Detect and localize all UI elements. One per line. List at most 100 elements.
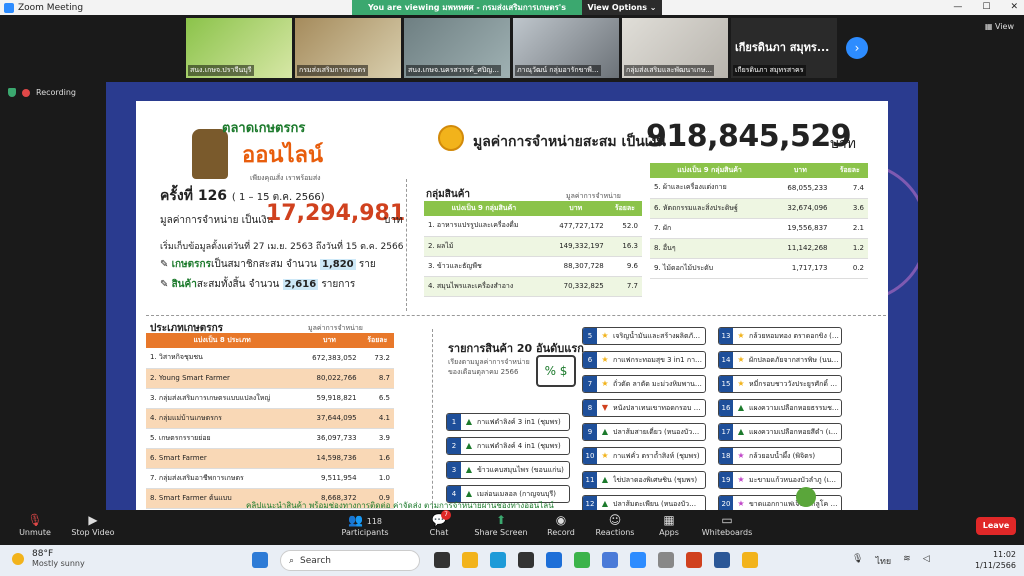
participant-name: ภาณุวัฒน์ กลุ่มอารักขาพื... (515, 65, 601, 76)
table-cell: 5. ผ้าและเครื่องแต่งกาย (650, 178, 770, 199)
window-controls: — ☐ ✕ (953, 0, 1018, 15)
table-cell: 6.5 (360, 388, 394, 409)
rank-number: 2 (447, 438, 461, 454)
ticker-text: คลิปแนะนำสินค้า พร้อมช่องทางการติดต่อ ค่… (246, 501, 554, 510)
mail-icon[interactable] (546, 552, 562, 568)
farmer-type-table: แบ่งเป็น 8 ประเภท บาท ร้อยละ 1. วิสาหกิจ… (146, 333, 394, 509)
rank-label: แผงความเปลือกหอยธรรมชาติ (เลย) (749, 403, 841, 412)
taskbar-search[interactable]: ⌕ Search (280, 550, 420, 571)
top20-item: 11 ▲ ไข่ปลาดองพิเศษชิน (ชุมพร) (582, 471, 706, 489)
participant-name: สนง.เกษจ.ปราจีนบุรี (188, 65, 254, 76)
data-since: เริ่มเก็บข้อมูลตั้งแต่วันที่ 27 เม.ย. 25… (160, 242, 404, 252)
table-row: 7. กลุ่มส่งเสริมอาชีพการเกษตร 9,511,954 1.… (146, 468, 394, 489)
search-icon: ⌕ (289, 555, 295, 566)
rank-number: 5 (583, 328, 597, 344)
top20-item: 15 ★ หมี่กรอบชาววังประยูรศักดิ์ (สพบุรี) (718, 375, 842, 393)
column-header: แบ่งเป็น 9 กลุ่มสินค้า (424, 201, 544, 216)
clock-time: 11:02 (992, 550, 1016, 559)
arrow-up-icon: ▲ (601, 427, 609, 436)
weather-widget[interactable]: 88°F Mostly sunny (12, 549, 85, 568)
arrow-up-icon: ▲ (737, 403, 745, 412)
record-dot-icon (22, 88, 30, 97)
divider (432, 329, 433, 509)
word-icon[interactable] (714, 552, 730, 568)
participant-tile[interactable]: เกียรดินภา สมุทร... เกียรดินภา สมุทรสาคร (731, 18, 837, 78)
table-row: 4. สมุนไพรและเครื่องสำอาง 70,332,825 7.7 (424, 276, 642, 297)
table-cell: 149,332,197 (543, 236, 608, 257)
task-view-icon[interactable] (434, 552, 450, 568)
table-cell: 32,674,096 (769, 198, 832, 219)
maximize-icon[interactable]: ☐ (982, 0, 990, 15)
table-row: 3. กลุ่มส่งเสริมการเกษตรแบบแปลงใหญ่ 59,91… (146, 388, 394, 409)
rank-label: หนังปลาเทนเขาทอดกรอบ (สงขลา) (613, 403, 705, 412)
table-cell: 1,717,173 (769, 258, 832, 279)
rank-number: 1 (447, 414, 461, 430)
rank-label: กาแฟกระทอมสุข 3 in1 กาแฟผสมน้ำผึ้งอะโคมิ… (613, 355, 705, 364)
participant-tile[interactable]: สนง.เกษจ.ปราจีนบุรี (186, 18, 292, 78)
file-explorer-icon[interactable] (462, 552, 478, 568)
powerpoint-icon[interactable] (686, 552, 702, 568)
table-cell: 14,598,736 (298, 448, 361, 469)
table-cell: 6. หัตถกรรมและสิ่งประดิษฐ์ (650, 198, 770, 219)
line-icon[interactable] (574, 552, 590, 568)
table-row: 4. กลุ่มแม่บ้านเกษตรกร 37,644,095 4.1 (146, 408, 394, 429)
participants-icon: 👥 118 (347, 513, 383, 527)
table-row: 7. ผัก 19,556,837 2.1 (650, 218, 868, 239)
top20-item: 19 ★ มะขามแก้วหนองบัวลำภู (เลย) (718, 471, 842, 489)
chrome-icon[interactable] (742, 552, 758, 568)
whiteboards-button[interactable]: ▭ Whiteboards (692, 512, 762, 537)
logo-title: ตลาดเกษตรกร (222, 121, 306, 136)
total-value: 918,845,529 (646, 119, 852, 154)
settings-icon[interactable] (658, 552, 674, 568)
close-icon[interactable]: ✕ (1010, 0, 1018, 15)
zoom-meeting-icon[interactable] (630, 552, 646, 568)
zoom-app-icon[interactable] (602, 552, 618, 568)
leave-button[interactable]: Leave (976, 517, 1016, 535)
table-cell: 3.9 (360, 428, 394, 449)
table-cell: 7. ผัก (650, 218, 770, 239)
participant-name: กลุ่มส่งเสริมและพัฒนาเกษ... (624, 65, 715, 76)
participants-button[interactable]: 👥 118 Participants (330, 512, 400, 537)
stop-video-button[interactable]: ▶ Stop Video (58, 512, 128, 537)
rank-number: 15 (719, 376, 733, 392)
rank-number: 19 (719, 472, 733, 488)
language-indicator[interactable]: ไทย (875, 554, 891, 568)
top20-item: 18 ★ กล้วยอบน้ำผึ้ง (พิจิตร) (718, 447, 842, 465)
market-logo: ตลาดเกษตรกร ออนไลน์ เพียงคุณสั่ง เราพร้อ… (192, 109, 342, 189)
chat-button[interactable]: 💬 Chat (404, 512, 474, 537)
table-cell: 68,055,233 (769, 178, 832, 199)
table-cell: 8. อื่นๆ (650, 238, 770, 259)
participant-tile[interactable]: สนง.เกษจ.นครสวรรค์_ศปิญ... (404, 18, 510, 78)
table-cell: 2.1 (831, 218, 868, 239)
gallery-next-button[interactable]: › (846, 37, 868, 59)
table-cell: 1. วิสาหกิจชุมชน (146, 348, 299, 369)
table-cell: 7.7 (607, 276, 642, 297)
star-icon: ★ (737, 355, 745, 364)
participant-tile[interactable]: กลุ่มส่งเสริมและพัฒนาเกษ... (622, 18, 728, 78)
minimize-icon[interactable]: — (953, 0, 962, 15)
arrow-up-icon: ▲ (465, 489, 473, 498)
store-icon[interactable] (518, 552, 534, 568)
view-options-button[interactable]: View Options ⌄ (582, 0, 662, 15)
windows-start-icon[interactable] (252, 552, 268, 568)
participant-tile[interactable]: กรมส่งเสริมการเกษตร (295, 18, 401, 78)
wifi-icon[interactable]: ≋ (903, 554, 911, 568)
volume-icon[interactable]: ◁ (923, 554, 930, 568)
round-unit: บาท (384, 215, 403, 226)
column-header: แบ่งเป็น 8 ประเภท (146, 333, 299, 348)
rank-label: กาแฟดำลิงค์ 3 in1 (ชุมพร) (477, 417, 561, 426)
rank-number: 14 (719, 352, 733, 368)
view-button[interactable]: ▦ View (985, 22, 1014, 31)
microphone-icon[interactable]: 🎙 (852, 554, 863, 568)
rank-label: แผงความเปลือกหอยสีดำ (เลย) (749, 427, 841, 436)
top20-item: 8 ▼ หนังปลาเทนเขาทอดกรอบ (สงขลา) (582, 399, 706, 417)
rank-number: 3 (447, 462, 461, 478)
participant-tile[interactable]: ภาณุวัฒน์ กลุ่มอารักขาพื... (513, 18, 619, 78)
edge-icon[interactable] (490, 552, 506, 568)
rank-label: มะขามแก้วหนองบัวลำภู (เลย) (749, 475, 841, 484)
table-cell: 11,142,268 (769, 238, 832, 259)
pencil-icon: ✎ (160, 279, 169, 290)
arrow-up-icon: ▲ (601, 475, 609, 484)
rank-number: 9 (583, 424, 597, 440)
clock[interactable]: 11:02 1/11/2566 (975, 549, 1016, 571)
